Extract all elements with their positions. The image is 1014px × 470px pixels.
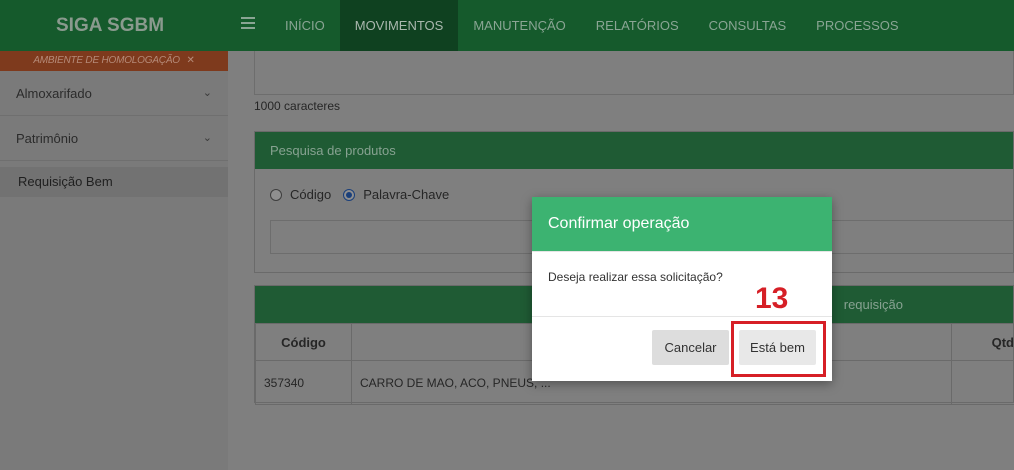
- sidebar-item-patrimonio[interactable]: Patrimônio ⌄: [0, 116, 228, 161]
- character-limit-hint: 1000 caracteres: [254, 99, 341, 113]
- cancel-button[interactable]: Cancelar: [652, 330, 729, 365]
- radio-palavra-chave-label: Palavra-Chave: [363, 187, 450, 202]
- nav-item-inicio[interactable]: INÍCIO: [270, 0, 340, 51]
- radio-codigo[interactable]: [270, 188, 282, 201]
- cell-qtd: [951, 360, 1014, 405]
- sidebar-item-label: Almoxarifado: [16, 86, 92, 101]
- nav-item-relatorios[interactable]: RELATÓRIOS: [581, 0, 694, 51]
- cell-codigo: 357340: [255, 360, 352, 405]
- dialog-title: Confirmar operação: [532, 197, 832, 251]
- sidebar: AMBIENTE DE HOMOLOGAÇÃO ✕ Almoxarifado ⌄…: [0, 51, 228, 470]
- main-nav: INÍCIO MOVIMENTOS MANUTENÇÃO RELATÓRIOS …: [270, 0, 914, 51]
- environment-banner: AMBIENTE DE HOMOLOGAÇÃO ✕: [0, 51, 228, 71]
- environment-banner-label: AMBIENTE DE HOMOLOGAÇÃO: [33, 55, 180, 66]
- observation-textarea[interactable]: [254, 51, 1014, 95]
- top-bar: SIGA SGBM INÍCIO MOVIMENTOS MANUTENÇÃO R…: [0, 0, 1014, 51]
- chevron-down-icon: ⌄: [202, 132, 212, 144]
- search-mode-options: Código Palavra-Chave: [270, 187, 449, 202]
- column-header-qtd: Qtd: [951, 323, 1014, 361]
- tools-icon: ✕: [186, 55, 195, 66]
- column-header-codigo: Código: [255, 323, 352, 361]
- app-title: SIGA SGBM: [0, 0, 228, 51]
- hamburger-menu-icon[interactable]: [241, 17, 255, 30]
- chevron-down-icon: ⌄: [202, 87, 212, 99]
- radio-codigo-label: Código: [290, 187, 332, 202]
- radio-palavra-chave[interactable]: [343, 188, 356, 201]
- step-number-label: 13: [755, 282, 789, 315]
- nav-item-movimentos[interactable]: MOVIMENTOS: [339, 0, 459, 51]
- nav-item-consultas[interactable]: CONSULTAS: [694, 0, 802, 51]
- step-highlight-box: [731, 321, 826, 377]
- sidebar-item-almoxarifado[interactable]: Almoxarifado ⌄: [0, 71, 228, 116]
- nav-item-manutencao[interactable]: MANUTENÇÃO: [458, 0, 580, 51]
- sidebar-subitem-requisicao-bem[interactable]: Requisição Bem: [0, 167, 228, 197]
- panel-title: Pesquisa de produtos: [255, 132, 1013, 169]
- nav-item-processos[interactable]: PROCESSOS: [801, 0, 913, 51]
- sidebar-item-label: Patrimônio: [16, 131, 79, 146]
